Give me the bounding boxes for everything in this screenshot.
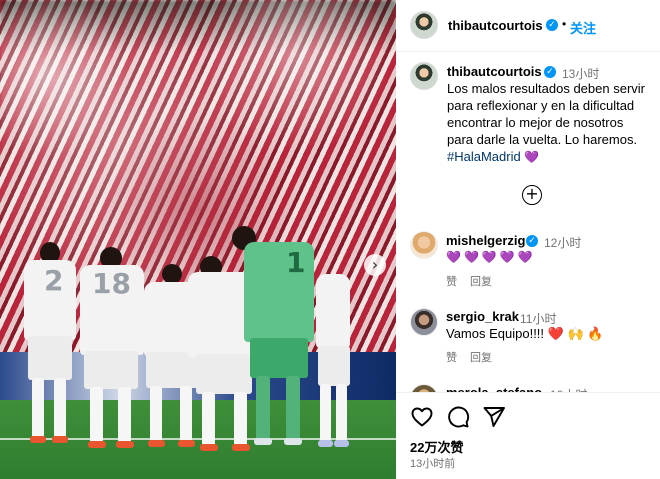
post-time: 13小时前 (410, 458, 456, 470)
caption-text: Los malos resultados deben servir para r… (447, 81, 645, 147)
purple-heart-emoji: 💜 (524, 150, 540, 164)
plus-circle-icon: + (525, 184, 539, 203)
next-photo-button[interactable]: › (364, 254, 386, 276)
post-sidebar: thibautcourtois ✓ • 关注 thibautcourtois ✓… (396, 0, 660, 479)
avatar[interactable] (410, 11, 438, 39)
header-username[interactable]: thibautcourtois (448, 18, 543, 33)
reply-button[interactable]: 回复 (470, 273, 492, 289)
verified-badge-icon: ✓ (546, 19, 558, 31)
jersey-number: 2 (44, 264, 64, 297)
avatar[interactable] (410, 62, 438, 90)
comment-time: 12小时 (544, 236, 582, 250)
likes-count[interactable]: 22万次赞 (410, 437, 463, 456)
post-actions: 22万次赞 13小时前 (396, 392, 660, 479)
verified-badge-icon: ✓ (544, 66, 556, 78)
caption-username[interactable]: thibautcourtois (447, 64, 542, 79)
post-photo[interactable]: 2 18 1 › (0, 0, 396, 479)
comment-text: 💜💜💜💜💜 (446, 250, 536, 264)
send-icon[interactable] (482, 405, 506, 429)
comment-username[interactable]: mishelgerzig (446, 233, 525, 248)
jersey-number: 18 (92, 267, 131, 300)
chevron-right-icon: › (371, 255, 379, 274)
comment-time: 11小时 (520, 312, 557, 326)
load-more-comments-button[interactable]: + (522, 185, 542, 205)
hashtag-link[interactable]: #HalaMadrid (447, 149, 521, 164)
like-comment-button[interactable]: 赞 (446, 273, 457, 289)
separator-dot: • (562, 17, 567, 31)
verified-badge-icon: ✓ (526, 235, 538, 247)
player: 2 (20, 238, 80, 448)
like-comment-button[interactable]: 赞 (446, 349, 457, 365)
post-caption: Los malos resultados deben servir para r… (447, 80, 652, 166)
avatar[interactable] (410, 231, 438, 259)
comment-icon[interactable] (446, 405, 470, 429)
avatar[interactable] (410, 308, 438, 336)
player (312, 268, 354, 450)
follow-button[interactable]: 关注 (570, 18, 596, 37)
post-header: thibautcourtois ✓ • 关注 (396, 0, 660, 52)
jersey-number: 1 (286, 246, 306, 279)
reply-button[interactable]: 回复 (470, 349, 492, 365)
comment-username[interactable]: sergio_krak (446, 309, 519, 324)
comment-text: Vamos Equipo!!!! ❤️ 🙌 🔥 (446, 326, 604, 341)
goalkeeper: 1 (232, 224, 320, 450)
player: 18 (78, 245, 146, 455)
heart-icon[interactable] (410, 405, 434, 429)
